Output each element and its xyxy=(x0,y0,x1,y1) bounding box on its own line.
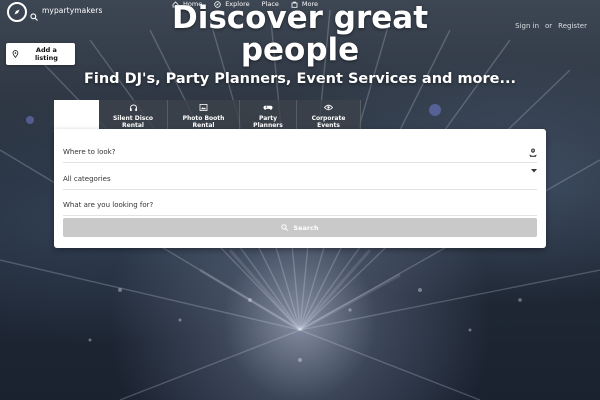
tab-corporate-events[interactable]: Corporate Events xyxy=(297,100,361,129)
hero-title-line1: Discover great xyxy=(171,0,429,36)
hero-title: Discover great people xyxy=(0,2,600,66)
tab-party-planners[interactable]: Party Planners xyxy=(240,100,297,129)
eye-icon xyxy=(324,104,333,111)
locate-icon[interactable] xyxy=(529,147,537,157)
search-icon xyxy=(281,224,289,231)
category-select-value: All categories xyxy=(63,175,111,183)
gamepad-icon xyxy=(263,105,273,111)
category-select[interactable]: All categories xyxy=(63,169,537,190)
tab-photo-booth-label: Photo Booth Rental xyxy=(182,115,225,129)
tab-silent-disco[interactable]: Silent Disco Rental xyxy=(99,100,168,129)
hero-title-line2: people xyxy=(240,32,360,68)
photo-icon xyxy=(199,104,208,111)
hero-subtitle: Find DJ's, Party Planners, Event Service… xyxy=(83,71,517,87)
keyword-input[interactable] xyxy=(63,201,503,209)
tab-blank[interactable] xyxy=(54,100,99,129)
search-button-label: Search xyxy=(293,223,319,232)
search-panel: All categories Search xyxy=(54,129,546,248)
location-field[interactable] xyxy=(63,142,537,163)
tab-party-planners-label: Party Planners xyxy=(253,115,283,129)
location-input[interactable] xyxy=(63,148,503,156)
tab-photo-booth[interactable]: Photo Booth Rental xyxy=(168,100,240,129)
tab-corporate-events-label: Corporate Events xyxy=(311,115,346,129)
headphones-icon xyxy=(129,104,137,111)
caret-down-icon xyxy=(531,169,537,173)
keyword-field[interactable] xyxy=(63,195,537,216)
category-tabs: Silent Disco Rental Photo Booth Rental P… xyxy=(54,100,361,129)
search-button[interactable]: Search xyxy=(63,218,537,237)
tab-silent-disco-label: Silent Disco Rental xyxy=(112,115,154,129)
